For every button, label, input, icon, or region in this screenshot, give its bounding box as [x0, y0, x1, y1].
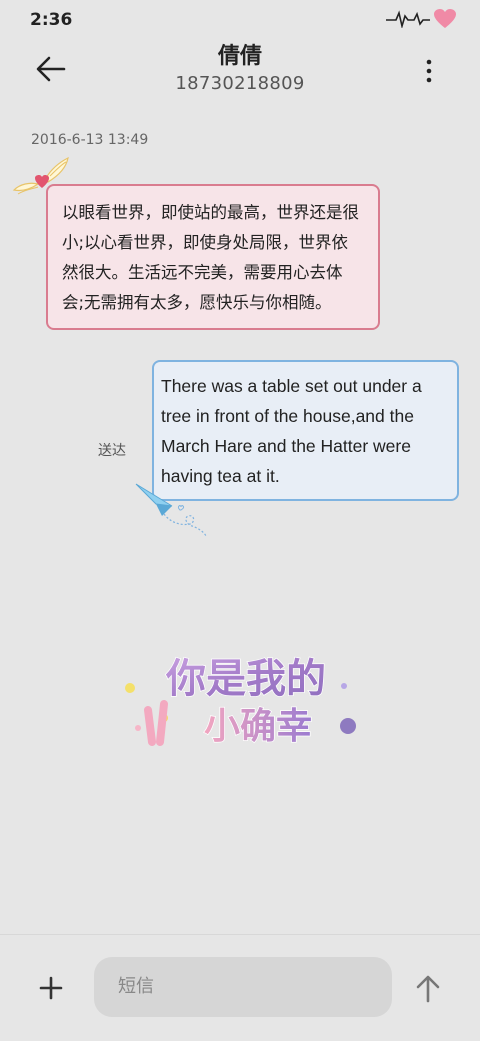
sticker-text-line1: 你是我的 — [165, 656, 326, 702]
message-composer: 短信 — [0, 934, 480, 1041]
more-vertical-icon — [426, 59, 432, 83]
contact-number: 18730218809 — [175, 73, 305, 94]
incoming-message-text: 以眼看世界，即使站的最高，世界还是很小;以心看世界，即使身处局限，世界依然很大。… — [62, 203, 359, 312]
plus-icon — [39, 976, 63, 1000]
message-input[interactable]: 短信 — [94, 957, 392, 1017]
heartbeat-icon — [386, 10, 430, 28]
message-timestamp: 2016-6-13 13:49 — [31, 132, 149, 148]
status-icons — [386, 9, 456, 29]
more-options-button[interactable] — [420, 56, 438, 86]
contact-name: 倩倩 — [217, 44, 262, 69]
add-attachment-button[interactable] — [36, 973, 66, 1003]
paper-plane-icon — [135, 483, 207, 537]
sticker-image: 你是我的 小确幸 — [125, 655, 356, 748]
delivery-status: 送达 — [98, 443, 126, 459]
send-button[interactable] — [414, 973, 442, 1003]
arrow-up-icon — [416, 975, 440, 1003]
conversation-header: 倩倩 18730218809 — [0, 40, 480, 104]
status-time: 2:36 — [30, 10, 73, 30]
incoming-message-bubble[interactable]: 以眼看世界，即使站的最高，世界还是很小;以心看世界，即使身处局限，世界依然很大。… — [46, 184, 380, 330]
outgoing-message-text: There was a table set out under a tree i… — [161, 376, 422, 486]
sticker-text-line2: 小确幸 — [204, 706, 312, 747]
contact-title: 倩倩 18730218809 — [0, 42, 480, 96]
heart-icon — [434, 9, 456, 28]
status-bar: 2:36 — [0, 0, 480, 40]
